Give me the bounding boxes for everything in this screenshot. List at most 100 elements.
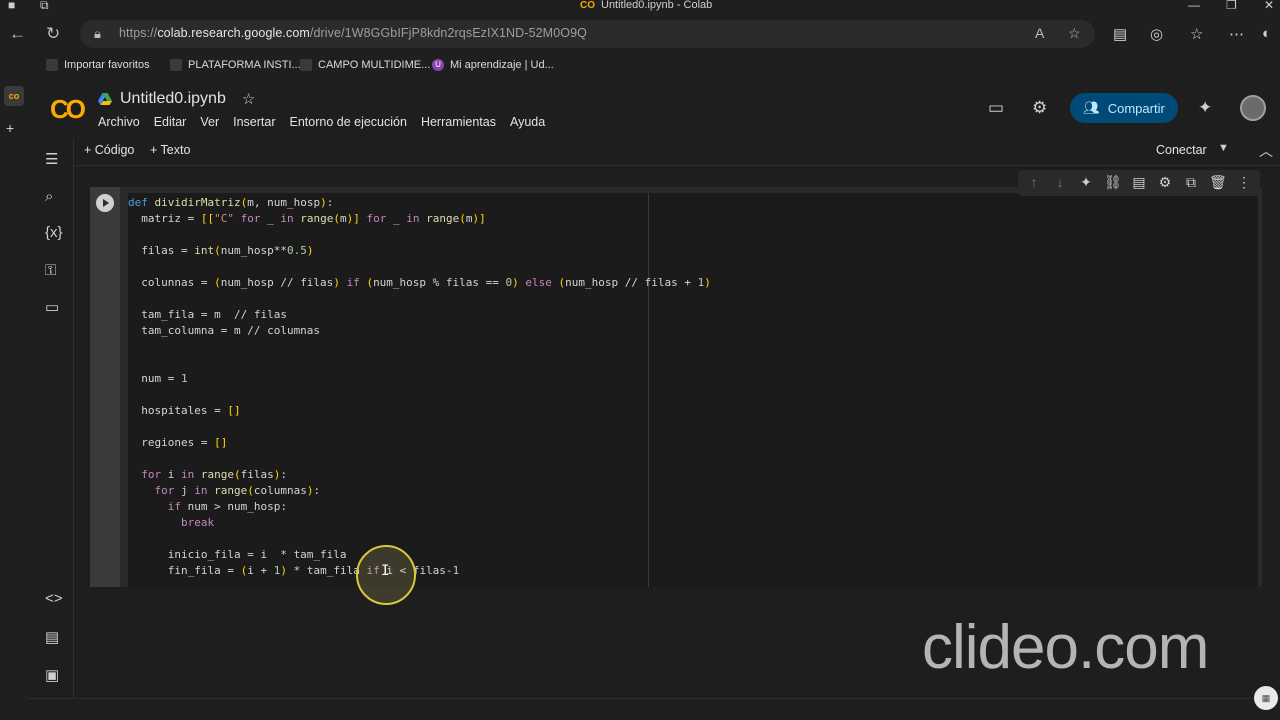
avatar[interactable] xyxy=(1240,95,1266,121)
mirror-cell-icon[interactable]: ⧉ xyxy=(1183,174,1199,192)
extension-icon[interactable]: ▤ xyxy=(1113,25,1127,43)
bookmark-star-icon[interactable]: ☆ xyxy=(1068,25,1081,42)
more-menu-icon[interactable]: ⋯ xyxy=(1229,25,1244,43)
code-line[interactable]: matriz = [["C" for _ in range(m)] for _ … xyxy=(128,211,486,227)
delete-icon[interactable]: 🗑︎ xyxy=(1209,174,1227,192)
code-line[interactable]: tam_columna = m // columnas xyxy=(128,323,320,339)
cell-settings-icon[interactable]: ⚙ xyxy=(1157,174,1173,192)
move-down-icon[interactable]: ↓ xyxy=(1052,174,1068,192)
reload-icon[interactable]: ↻ xyxy=(46,24,60,44)
close-icon[interactable]: ✕ xyxy=(1264,0,1274,12)
browser-side-rail: co + xyxy=(0,78,28,720)
code-line[interactable]: num = 1 xyxy=(128,371,187,387)
bookmark-import[interactable]: Importar favoritos xyxy=(46,59,150,71)
menu-herramientas[interactable]: Herramientas xyxy=(421,115,496,129)
files-folder-icon[interactable]: ▭ xyxy=(45,298,59,316)
watermark-badge-icon: ▦ xyxy=(1254,686,1278,710)
move-up-icon[interactable]: ↑ xyxy=(1026,174,1042,192)
find-icon[interactable]: ⌕ xyxy=(45,188,53,205)
menu-bar: Archivo Editar Ver Insertar Entorno de e… xyxy=(98,115,545,129)
restore-icon[interactable]: ❐ xyxy=(1226,0,1237,12)
copilot-icon[interactable]: ◎ xyxy=(1150,25,1163,43)
add-code-button[interactable]: + Código xyxy=(84,143,134,157)
menu-archivo[interactable]: Archivo xyxy=(98,115,140,129)
notebook-toolbar: + Código + Texto Conectar ▼ ︿ xyxy=(74,138,1280,166)
status-bar xyxy=(28,698,1280,720)
address-bar[interactable]: 🔒︎ https://colab.research.google.com/dri… xyxy=(80,20,1095,48)
colab-logo[interactable]: CO xyxy=(50,94,86,125)
command-palette-icon[interactable]: ▤ xyxy=(45,628,59,646)
bookmark-campo[interactable]: CAMPO MULTIDIME... xyxy=(300,59,430,71)
collapse-up-icon[interactable]: ︿ xyxy=(1259,141,1273,161)
connect-button[interactable]: Conectar xyxy=(1156,143,1207,157)
bookmark-plataforma[interactable]: PLATAFORMA INSTI... xyxy=(170,59,301,71)
google-drive-icon xyxy=(98,93,112,105)
code-cell[interactable]: def dividirMatriz(m, num_hosp): matriz =… xyxy=(90,187,1262,587)
share-button[interactable]: 👥︎ Compartir xyxy=(1070,93,1178,123)
star-icon[interactable]: ☆ xyxy=(242,90,255,108)
menu-editar[interactable]: Editar xyxy=(154,115,187,129)
site-info-icon[interactable]: 🔒︎ xyxy=(94,26,101,42)
udemy-icon: U xyxy=(432,59,444,71)
settings-gear-icon[interactable]: ⚙ xyxy=(1032,98,1047,118)
browser-nav-row: ← ↻ 🔒︎ https://colab.research.google.com… xyxy=(0,12,1280,56)
code-editor[interactable]: def dividirMatriz(m, num_hosp): matriz =… xyxy=(128,193,1258,587)
back-icon[interactable]: ← xyxy=(9,24,26,44)
variables-icon[interactable]: {x} xyxy=(45,224,63,241)
read-aloud-icon[interactable]: A xyxy=(1035,25,1044,41)
notebook-title: Untitled0.ipynb ☆ xyxy=(98,90,255,108)
menu-entorno[interactable]: Entorno de ejecución xyxy=(290,115,407,129)
chevron-down-icon[interactable]: ▼ xyxy=(1218,142,1229,154)
cell-toolbar: ↑ ↓ ✦ ⛓ ▤ ⚙ ⧉ 🗑︎ ⋮ xyxy=(1018,170,1260,196)
text-cursor-icon: I xyxy=(381,563,390,579)
add-tab-icon[interactable]: + xyxy=(6,120,14,136)
code-snippets-icon[interactable]: <> xyxy=(45,590,63,607)
window-title-text: Untitled0.ipynb - Colab xyxy=(601,0,713,11)
menu-ver[interactable]: Ver xyxy=(200,115,219,129)
menu-ayuda[interactable]: Ayuda xyxy=(510,115,545,129)
add-text-button[interactable]: + Texto xyxy=(150,143,190,157)
site-icon xyxy=(170,59,182,71)
code-line[interactable]: filas = int(num_hosp**0.5) xyxy=(128,243,313,259)
run-cell-icon[interactable] xyxy=(96,194,114,212)
menu-insertar[interactable]: Insertar xyxy=(233,115,275,129)
edge-copilot-icon[interactable]: ◐ xyxy=(1262,25,1271,42)
cell-gutter xyxy=(90,187,120,587)
bookmarks-bar: Importar favoritos PLATAFORMA INSTI... C… xyxy=(0,56,1280,78)
minimize-icon[interactable]: — xyxy=(1188,0,1200,12)
people-icon: 👥︎ xyxy=(1083,100,1100,115)
line-length-ruler xyxy=(648,193,649,587)
favorites-icon[interactable]: ☆ xyxy=(1190,25,1203,43)
code-line[interactable]: for j in range(columnas): xyxy=(128,483,321,499)
watermark: clideo.com xyxy=(922,613,1209,682)
site-icon xyxy=(300,59,312,71)
code-line[interactable]: tam_fila = m // filas xyxy=(128,307,287,323)
code-line[interactable]: hospitales = [] xyxy=(128,403,240,419)
code-line[interactable]: for i in range(filas): xyxy=(128,467,287,483)
gemini-sparkle-icon[interactable]: ✦ xyxy=(1078,174,1094,192)
comment-icon[interactable]: ▤ xyxy=(1131,174,1147,192)
folder-icon xyxy=(46,59,58,71)
gemini-sparkle-icon[interactable]: ✦ xyxy=(1198,98,1212,118)
bookmark-udemy[interactable]: U Mi aprendizaje | Ud... xyxy=(432,59,554,71)
window-title-bar: ■ ⧉ CO Untitled0.ipynb - Colab — ❐ ✕ xyxy=(0,0,1280,12)
link-icon[interactable]: ⛓ xyxy=(1104,174,1122,192)
colab-tab-icon[interactable]: co xyxy=(4,86,24,106)
window-title: CO Untitled0.ipynb - Colab xyxy=(580,0,712,11)
colab-side-panel: ☰ ⌕ {x} ⚿ ▭ <> ▤ ▣ xyxy=(28,138,74,698)
comments-icon[interactable]: ▭ xyxy=(988,98,1004,118)
terminal-icon[interactable]: ▣ xyxy=(45,666,59,684)
browser-profile-icon[interactable]: ■ xyxy=(8,0,15,12)
notebook-name[interactable]: Untitled0.ipynb xyxy=(120,90,226,108)
code-line[interactable]: colunnas = (num_hosp // filas) if (num_h… xyxy=(128,275,711,291)
table-of-contents-icon[interactable]: ☰ xyxy=(45,150,58,168)
code-line[interactable]: regiones = [] xyxy=(128,435,227,451)
colab-favicon-icon: CO xyxy=(580,0,595,11)
code-line[interactable]: inicio_fila = i * tam_fila xyxy=(128,547,347,563)
url-text[interactable]: https://colab.research.google.com/drive/… xyxy=(119,26,587,40)
secrets-key-icon[interactable]: ⚿ xyxy=(45,262,56,279)
more-vert-icon[interactable]: ⋮ xyxy=(1236,174,1252,192)
code-line[interactable]: break xyxy=(128,515,214,531)
code-line[interactable]: def dividirMatriz(m, num_hosp): xyxy=(128,195,333,211)
code-line[interactable]: if num > num_hosp: xyxy=(128,499,287,515)
